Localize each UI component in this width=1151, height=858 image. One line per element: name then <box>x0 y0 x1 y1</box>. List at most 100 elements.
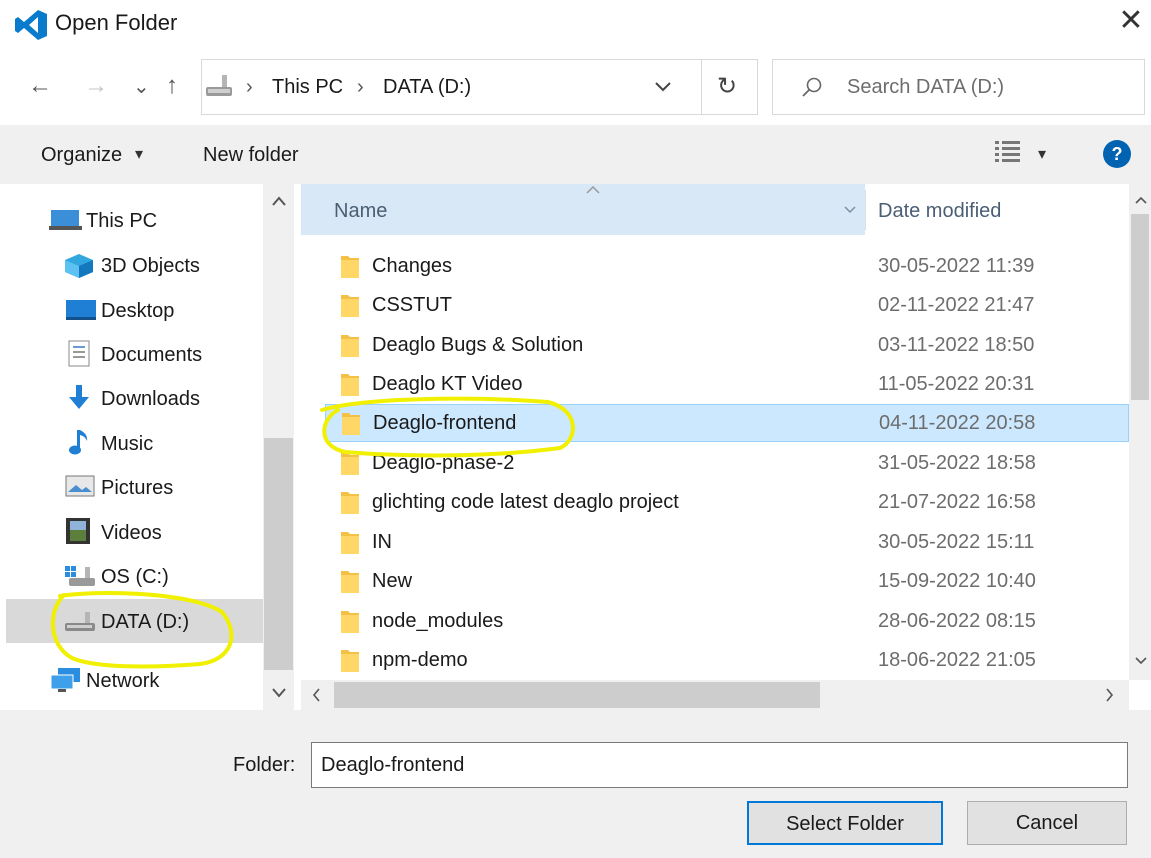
folder-icon <box>341 295 359 317</box>
list-item-selected[interactable]: Deaglo-frontend 04-11-2022 20:58 <box>325 404 1129 442</box>
sidebar-item-pictures[interactable]: Pictures <box>0 467 260 507</box>
file-date: 30-05-2022 11:39 <box>878 255 1035 277</box>
music-icon <box>69 430 88 455</box>
help-icon[interactable]: ? <box>1103 140 1131 168</box>
search-icon <box>802 77 822 97</box>
sidebar-item-downloads[interactable]: Downloads <box>0 378 260 418</box>
file-name: Deaglo Bugs & Solution <box>372 334 584 356</box>
sidebar-item-label: This PC <box>86 210 158 232</box>
breadcrumb-separator[interactable]: › <box>246 76 253 99</box>
file-name: Deaglo-phase-2 <box>372 452 515 474</box>
sidebar-item-documents[interactable]: Documents <box>0 334 260 374</box>
nav-scroll-up-icon[interactable] <box>272 196 286 206</box>
folder-icon <box>341 256 359 278</box>
column-header-name[interactable]: Name <box>334 200 387 223</box>
file-date: 18-06-2022 21:05 <box>878 649 1036 671</box>
sidebar-item-3d-objects[interactable]: 3D Objects <box>0 245 260 285</box>
drive-icon <box>206 75 232 96</box>
folder-label: Folder: <box>233 754 296 776</box>
folder-icon <box>341 532 359 554</box>
sidebar-item-label: Desktop <box>101 300 175 322</box>
select-folder-button[interactable]: Select Folder <box>747 801 943 845</box>
address-dropdown-icon[interactable] <box>655 82 671 92</box>
list-item[interactable]: Deaglo Bugs & Solution 03-11-2022 18:50 <box>325 327 1129 365</box>
list-scroll-up-icon[interactable] <box>1135 196 1147 204</box>
breadcrumb-this-pc[interactable]: This PC <box>272 76 343 99</box>
list-item[interactable]: glichting code latest deaglo project 21-… <box>325 484 1129 522</box>
sidebar-item-data-drive[interactable]: DATA (D:) <box>0 601 260 641</box>
pictures-icon <box>65 475 95 497</box>
list-scroll-down-icon[interactable] <box>1135 657 1147 665</box>
list-scroll-right-icon[interactable] <box>1106 688 1114 702</box>
list-item[interactable]: Deaglo KT Video 11-05-2022 20:31 <box>325 366 1129 404</box>
column-header-date[interactable]: Date modified <box>878 200 1001 223</box>
list-item[interactable]: New 15-09-2022 10:40 <box>325 563 1129 601</box>
downloads-icon <box>69 385 89 409</box>
toolbar <box>0 125 1151 184</box>
file-date: 30-05-2022 15:11 <box>878 531 1035 553</box>
file-date: 03-11-2022 18:50 <box>878 334 1035 356</box>
file-name: New <box>372 570 413 592</box>
folder-name-input[interactable] <box>311 742 1128 788</box>
sidebar-item-this-pc[interactable]: This PC <box>0 200 260 240</box>
list-item[interactable]: Deaglo-phase-2 31-05-2022 18:58 <box>325 445 1129 483</box>
folder-icon <box>342 413 360 435</box>
sidebar-item-videos[interactable]: Videos <box>0 512 260 552</box>
up-button[interactable]: ↑ <box>166 72 178 100</box>
file-name: node_modules <box>372 610 504 632</box>
breadcrumb-data-drive[interactable]: DATA (D:) <box>383 76 471 99</box>
file-name: Deaglo KT Video <box>372 373 523 395</box>
breadcrumb-separator[interactable]: › <box>357 76 364 99</box>
list-item[interactable]: npm-demo 18-06-2022 21:05 <box>325 642 1129 680</box>
folder-icon <box>341 571 359 593</box>
sort-ascending-icon <box>586 185 600 194</box>
file-date: 04-11-2022 20:58 <box>879 412 1036 434</box>
folder-icon <box>341 492 359 514</box>
videos-icon <box>66 518 90 544</box>
sidebar-item-desktop[interactable]: Desktop <box>0 290 260 330</box>
nav-scrollbar-thumb[interactable] <box>264 438 293 670</box>
sidebar-item-label: Videos <box>101 522 162 544</box>
list-item[interactable]: node_modules 28-06-2022 08:15 <box>325 603 1129 641</box>
column-divider[interactable] <box>865 190 866 230</box>
close-button[interactable]: ✕ <box>1118 6 1144 36</box>
organize-dropdown-icon[interactable]: ▾ <box>135 144 143 164</box>
file-date: 02-11-2022 21:47 <box>878 294 1035 316</box>
folder-icon <box>341 611 359 633</box>
sidebar-item-label: Music <box>101 433 154 455</box>
forward-button[interactable]: → <box>84 72 108 100</box>
list-scroll-left-icon[interactable] <box>312 688 320 702</box>
list-horizontal-scrollbar-thumb[interactable] <box>334 682 820 708</box>
refresh-icon[interactable]: ↻ <box>717 72 737 101</box>
file-date: 11-05-2022 20:31 <box>878 373 1035 395</box>
file-name: npm-demo <box>372 649 468 671</box>
column-filter-dropdown-icon[interactable] <box>844 206 856 214</box>
organize-button[interactable]: Organize <box>41 144 122 167</box>
search-placeholder[interactable]: Search DATA (D:) <box>847 76 1004 99</box>
list-vertical-scrollbar-thumb[interactable] <box>1131 214 1149 400</box>
3d-objects-icon <box>65 254 93 278</box>
sidebar-item-network[interactable]: Network <box>0 660 260 700</box>
recent-locations-button[interactable]: ⌄ <box>133 74 150 99</box>
new-folder-button[interactable]: New folder <box>203 144 299 167</box>
back-button[interactable]: ← <box>28 72 52 100</box>
file-name: Deaglo-frontend <box>373 412 517 434</box>
documents-icon <box>68 340 90 367</box>
window-title: Open Folder <box>55 10 178 35</box>
sidebar-item-music[interactable]: Music <box>0 423 260 463</box>
view-dropdown-icon[interactable]: ▾ <box>1038 144 1046 164</box>
folder-icon <box>341 453 359 475</box>
list-item[interactable]: CSSTUT 02-11-2022 21:47 <box>325 287 1129 325</box>
view-options-icon[interactable] <box>995 140 1023 164</box>
list-item[interactable]: IN 30-05-2022 15:11 <box>325 524 1129 562</box>
sidebar-item-os-drive[interactable]: OS (C:) <box>0 556 260 596</box>
file-name: Changes <box>372 255 453 277</box>
list-item[interactable]: Changes 30-05-2022 11:39 <box>325 248 1129 286</box>
file-date: 28-06-2022 08:15 <box>878 610 1036 632</box>
vscode-logo-icon <box>15 10 47 40</box>
nav-scroll-down-icon[interactable] <box>272 688 286 698</box>
sidebar-item-label: 3D Objects <box>101 255 200 277</box>
cancel-button[interactable]: Cancel <box>967 801 1127 845</box>
file-name: glichting code latest deaglo project <box>372 491 679 513</box>
data-drive-icon <box>65 612 95 631</box>
